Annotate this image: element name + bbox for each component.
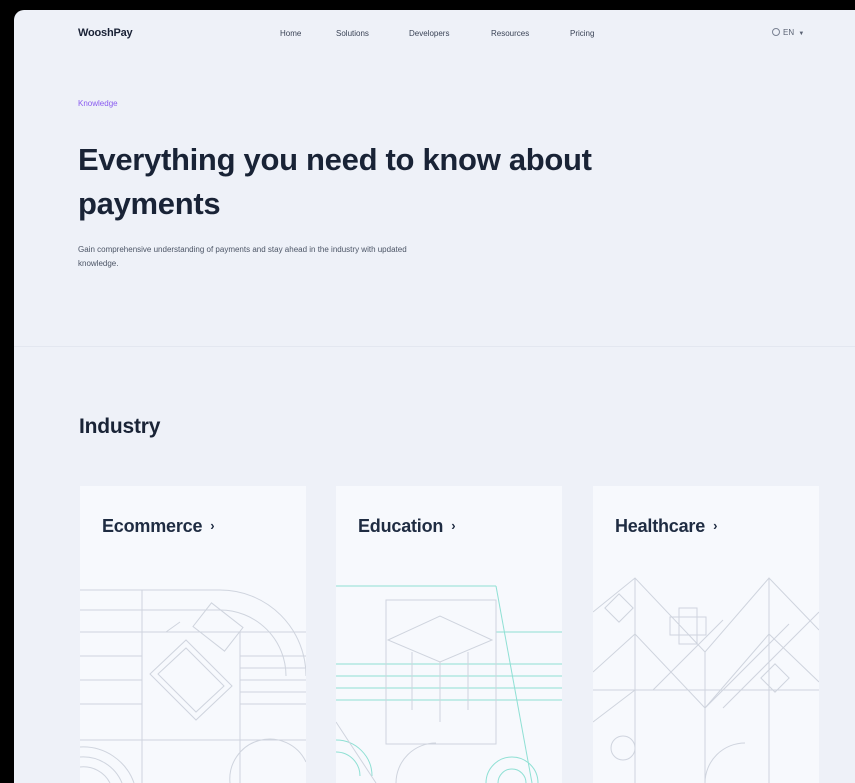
chevron-right-icon: ›: [713, 518, 718, 533]
top-navigation: WooshPay Home Solutions Developers Resou…: [14, 10, 855, 56]
chevron-right-icon: ›: [210, 518, 215, 533]
card-title-ecommerce: Ecommerce ›: [102, 516, 215, 537]
browser-viewport: WooshPay Home Solutions Developers Resou…: [14, 10, 855, 783]
hero-subtitle: Gain comprehensive understanding of paym…: [78, 245, 407, 268]
nav-item-pricing[interactable]: Pricing: [570, 29, 594, 38]
language-label: EN: [783, 28, 795, 37]
language-selector[interactable]: EN ▼: [772, 28, 804, 37]
card-title-education: Education ›: [358, 516, 456, 537]
industry-card-ecommerce[interactable]: Ecommerce ›: [80, 486, 306, 783]
industry-card-healthcare[interactable]: Healthcare ›: [593, 486, 819, 783]
nav-item-resources[interactable]: Resources: [491, 29, 529, 38]
industry-heading: Industry: [79, 415, 161, 438]
card-label: Education: [358, 516, 444, 536]
healthcare-illustration: [593, 577, 819, 783]
industry-card-education[interactable]: Education ›: [336, 486, 562, 783]
brand-logo[interactable]: WooshPay: [78, 27, 133, 39]
nav-item-solutions[interactable]: Solutions: [336, 29, 369, 38]
section-divider: [14, 346, 855, 347]
education-illustration: [336, 585, 562, 783]
chevron-right-icon: ›: [451, 518, 456, 533]
nav-item-home[interactable]: Home: [280, 29, 301, 38]
card-title-healthcare: Healthcare ›: [615, 516, 717, 537]
card-label: Ecommerce: [102, 516, 203, 536]
nav-item-developers[interactable]: Developers: [409, 29, 449, 38]
globe-icon: [772, 28, 780, 36]
ecommerce-illustration: [80, 589, 306, 783]
chevron-down-icon: ▼: [798, 31, 805, 37]
hero-eyebrow: Knowledge: [78, 99, 118, 108]
hero-title: Everything you need to know about paymen…: [78, 142, 592, 221]
card-label: Healthcare: [615, 516, 706, 536]
